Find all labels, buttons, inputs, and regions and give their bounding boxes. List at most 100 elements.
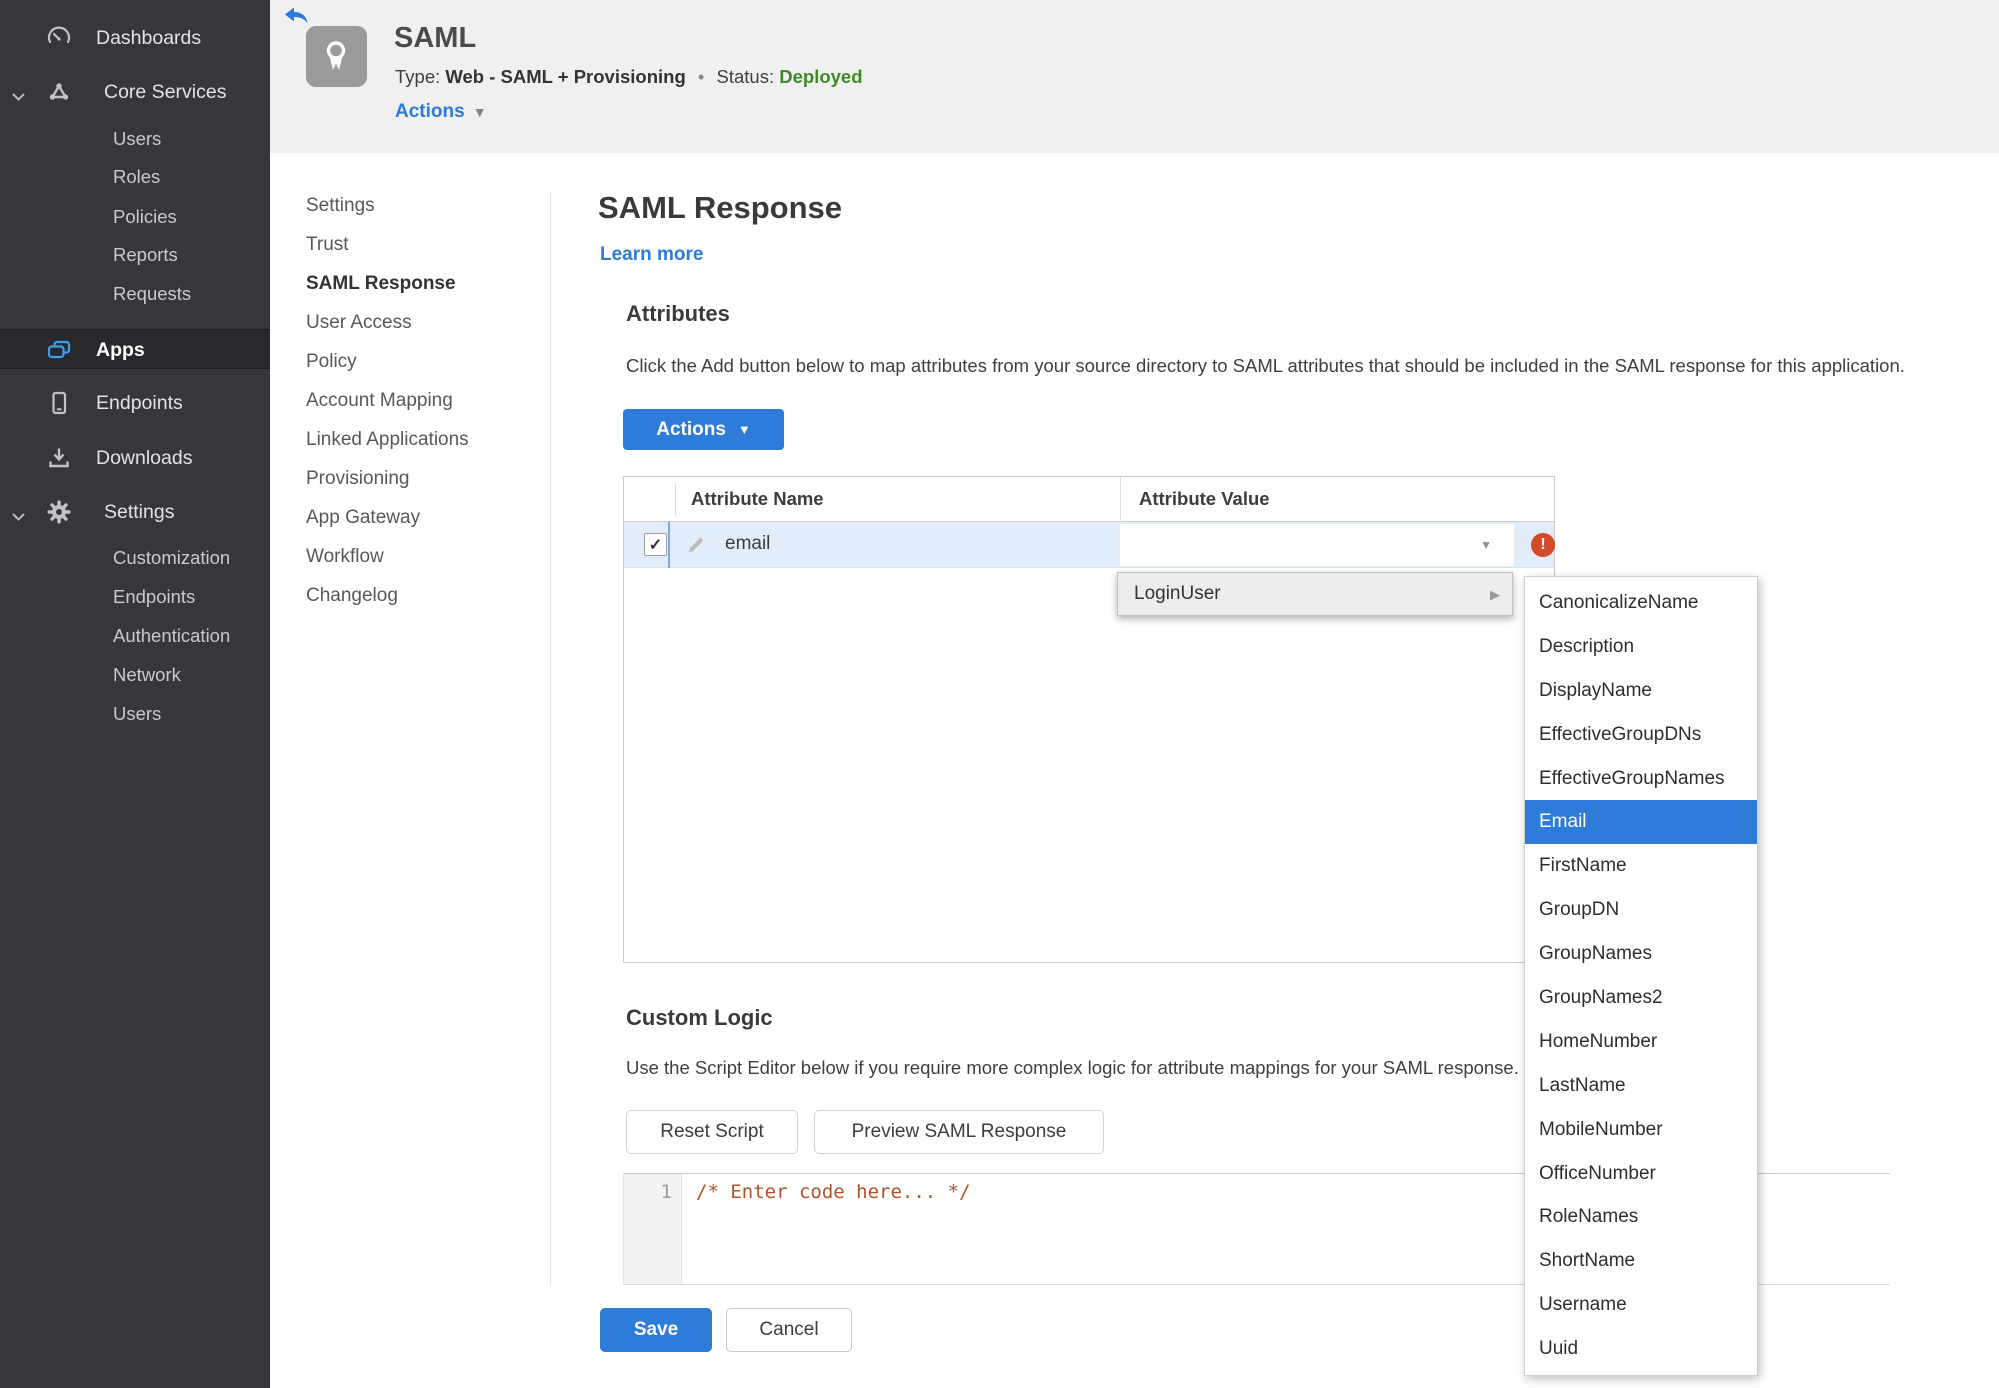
reset-script-button[interactable]: Reset Script <box>626 1110 798 1154</box>
submenu-item-shortname[interactable]: ShortName <box>1525 1239 1757 1283</box>
custom-logic-heading: Custom Logic <box>626 1005 773 1030</box>
back-icon[interactable] <box>283 5 309 27</box>
submenu-item-description[interactable]: Description <box>1525 625 1757 669</box>
value-submenu: CanonicalizeName Description DisplayName… <box>1524 576 1758 1377</box>
column-header-attribute-value: Attribute Value <box>1139 488 1270 509</box>
chevron-down-icon[interactable] <box>12 508 25 526</box>
submenu-item-effectivegroupnames[interactable]: EffectiveGroupNames <box>1525 757 1757 801</box>
submenu-item-rolenames[interactable]: RoleNames <box>1525 1195 1757 1239</box>
learn-more-link[interactable]: Learn more <box>600 244 703 266</box>
sidebar-subitem-label: Reports <box>113 244 178 265</box>
caret-down-icon: ▼ <box>472 104 487 120</box>
status-label: Status: <box>716 66 775 87</box>
cell-focus-indicator <box>668 522 670 568</box>
chevron-down-icon[interactable] <box>12 88 25 106</box>
tab-saml-response[interactable]: SAML Response <box>306 264 536 303</box>
actions-button-label: Actions <box>656 418 726 440</box>
submenu-item-lastname[interactable]: LastName <box>1525 1064 1757 1108</box>
tab-linked-applications[interactable]: Linked Applications <box>306 420 536 459</box>
tab-trust[interactable]: Trust <box>306 225 536 264</box>
submenu-item-displayname[interactable]: DisplayName <box>1525 669 1757 713</box>
tab-workflow[interactable]: Workflow <box>306 537 536 576</box>
submenu-item-firstname[interactable]: FirstName <box>1525 844 1757 888</box>
exclamation-glyph: ! <box>1540 536 1546 553</box>
tab-user-access[interactable]: User Access <box>306 303 536 342</box>
sidebar-item-downloads[interactable]: Downloads <box>0 438 270 478</box>
footer-actions: Save Cancel <box>600 1308 852 1352</box>
sidebar-item-policies[interactable]: Policies <box>0 197 270 237</box>
submenu-item-uuid[interactable]: Uuid <box>1525 1327 1757 1371</box>
column-header-attribute-name: Attribute Name <box>691 488 824 509</box>
apps-icon <box>46 337 72 363</box>
sidebar-item-label: Downloads <box>96 447 193 469</box>
sidebar: Dashboards Core Services Users Roles Pol… <box>0 0 270 1388</box>
sidebar-item-dashboards[interactable]: Dashboards <box>0 18 270 58</box>
tab-policy[interactable]: Policy <box>306 342 536 381</box>
type-value: Web - SAML + Provisioning <box>445 66 686 87</box>
preview-saml-response-button[interactable]: Preview SAML Response <box>814 1110 1104 1154</box>
download-icon <box>46 445 72 471</box>
attributes-actions-button[interactable]: Actions ▼ <box>623 409 784 450</box>
gauge-icon <box>46 25 72 51</box>
submenu-arrow-icon: ▶ <box>1490 587 1500 602</box>
sidebar-item-users[interactable]: Users <box>0 119 270 159</box>
app-section-nav: Settings Trust SAML Response User Access… <box>306 186 536 615</box>
caret-down-icon: ▼ <box>737 422 751 437</box>
sidebar-item-customization[interactable]: Customization <box>0 538 270 578</box>
sidebar-item-apps[interactable]: Apps <box>0 329 270 369</box>
sidebar-item-reports[interactable]: Reports <box>0 235 270 275</box>
dot-separator: • <box>697 66 705 87</box>
header-actions-menu[interactable]: Actions ▼ <box>395 101 487 123</box>
custom-logic-description: Use the Script Editor below if you requi… <box>626 1057 1519 1078</box>
tab-settings[interactable]: Settings <box>306 186 536 225</box>
value-menu-loginuser[interactable]: LoginUser ▶ <box>1117 572 1513 616</box>
sidebar-item-authentication[interactable]: Authentication <box>0 616 270 656</box>
submenu-item-username[interactable]: Username <box>1525 1283 1757 1327</box>
submenu-item-canonicalizename[interactable]: CanonicalizeName <box>1525 581 1757 625</box>
attribute-value-dropdown[interactable]: ▼ <box>1120 524 1514 566</box>
attributes-heading: Attributes <box>626 301 730 326</box>
sidebar-item-roles[interactable]: Roles <box>0 157 270 197</box>
sidebar-subitem-label: Requests <box>113 283 192 304</box>
tab-changelog[interactable]: Changelog <box>306 576 536 615</box>
sidebar-subitem-label: Network <box>113 664 181 685</box>
submenu-item-officenumber[interactable]: OfficeNumber <box>1525 1152 1757 1196</box>
tab-account-mapping[interactable]: Account Mapping <box>306 381 536 420</box>
row-checkbox[interactable]: ✓ <box>644 533 667 556</box>
submenu-item-effectivegroupdns[interactable]: EffectiveGroupDNs <box>1525 713 1757 757</box>
app-title: SAML <box>394 22 477 54</box>
caret-down-icon: ▼ <box>1480 538 1492 552</box>
cancel-button[interactable]: Cancel <box>726 1308 852 1352</box>
sidebar-subitem-label: Policies <box>113 206 177 227</box>
submenu-item-groupnames2[interactable]: GroupNames2 <box>1525 976 1757 1020</box>
submenu-item-groupnames[interactable]: GroupNames <box>1525 932 1757 976</box>
sidebar-item-settings-users[interactable]: Users <box>0 694 270 734</box>
submenu-item-homenumber[interactable]: HomeNumber <box>1525 1020 1757 1064</box>
sidebar-item-settings[interactable]: Settings <box>0 492 270 532</box>
sidebar-item-network[interactable]: Network <box>0 655 270 695</box>
edit-pencil-icon[interactable] <box>686 534 707 560</box>
submenu-item-mobilenumber[interactable]: MobileNumber <box>1525 1108 1757 1152</box>
sidebar-item-label: Endpoints <box>96 392 183 414</box>
sidebar-item-settings-endpoints[interactable]: Endpoints <box>0 577 270 617</box>
tab-provisioning[interactable]: Provisioning <box>306 459 536 498</box>
table-row-email[interactable]: ✓ email ▼ ! <box>624 522 1555 568</box>
phone-icon <box>46 390 72 416</box>
attributes-table-header: Attribute Name Attribute Value <box>624 477 1554 522</box>
editor-line-number: 1 <box>624 1174 682 1284</box>
page-title: SAML Response <box>598 190 843 225</box>
tab-app-gateway[interactable]: App Gateway <box>306 498 536 537</box>
sidebar-item-requests[interactable]: Requests <box>0 274 270 314</box>
submenu-item-groupdn[interactable]: GroupDN <box>1525 888 1757 932</box>
attribute-name-cell: email <box>725 533 771 554</box>
header-actions-label: Actions <box>395 101 465 122</box>
menu-item-label: LoginUser <box>1134 583 1221 604</box>
save-button[interactable]: Save <box>600 1308 712 1352</box>
submenu-item-email[interactable]: Email <box>1525 800 1757 845</box>
attributes-table: Attribute Name Attribute Value ✓ email ▼… <box>623 476 1555 963</box>
app-header: SAML Type: Web - SAML + Provisioning • S… <box>270 0 1999 153</box>
sidebar-subitem-label: Users <box>113 703 162 724</box>
sidebar-item-core-services[interactable]: Core Services <box>0 72 270 112</box>
sidebar-item-endpoints[interactable]: Endpoints <box>0 383 270 423</box>
sidebar-item-label: Dashboards <box>96 27 202 49</box>
